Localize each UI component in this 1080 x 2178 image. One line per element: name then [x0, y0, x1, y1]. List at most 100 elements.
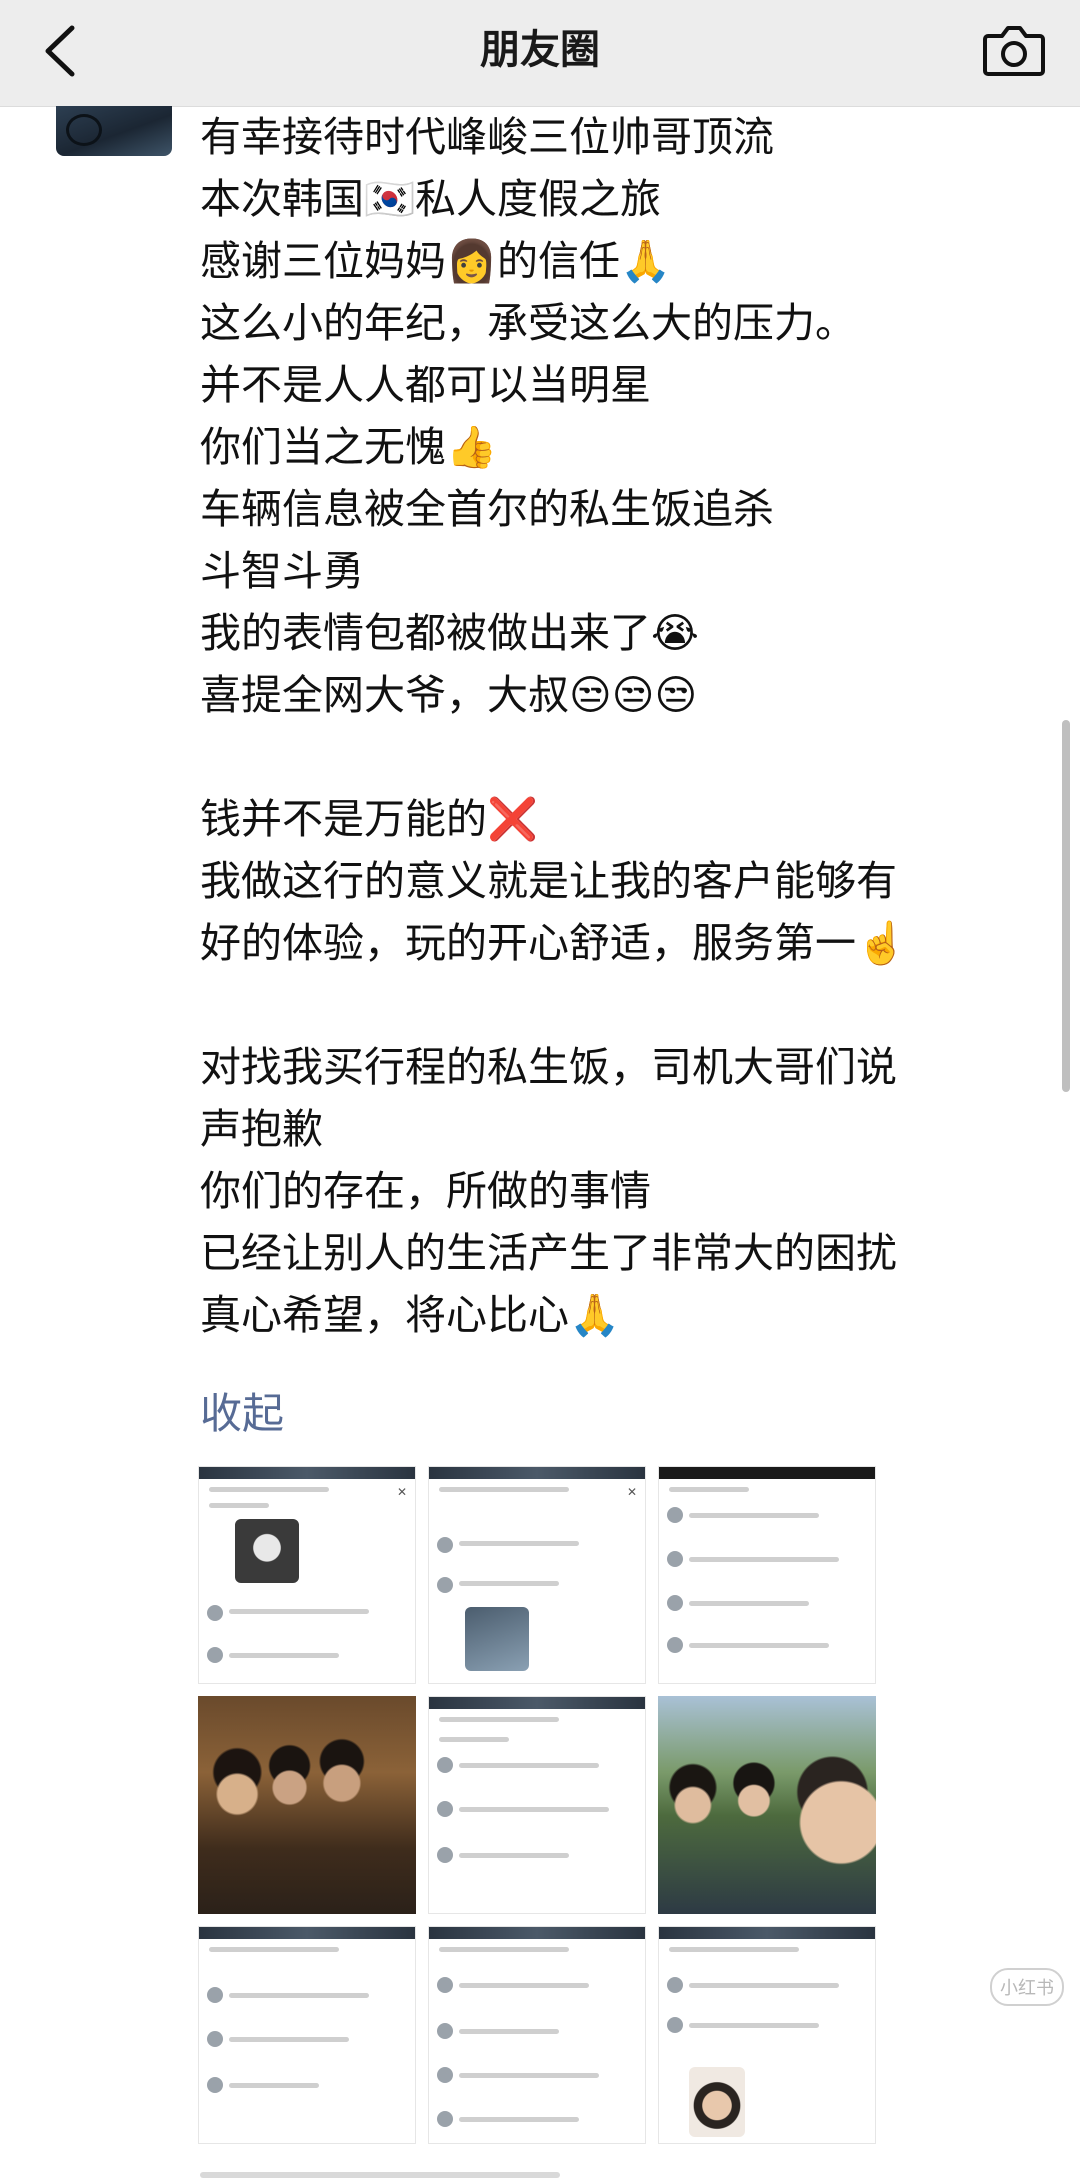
- avatar-dot: [207, 1647, 223, 1663]
- placeholder-line: [459, 1541, 579, 1546]
- avatar-dot: [207, 1987, 223, 2003]
- camera-icon[interactable]: [982, 22, 1046, 78]
- placeholder-line: [459, 1807, 609, 1812]
- image-thumbnail[interactable]: [428, 1926, 646, 2144]
- post-line: 你们当之无愧👍: [200, 423, 498, 471]
- post-line: 我的表情包都被做出来了😭: [200, 609, 699, 657]
- avatar-dot: [437, 2067, 453, 2083]
- page-title: 朋友圈: [480, 27, 600, 73]
- screenshot-header-strip: [429, 1467, 645, 1479]
- avatar-dot: [437, 1577, 453, 1593]
- post-line: 钱并不是万能的❌: [200, 795, 539, 843]
- close-icon: ✕: [396, 1485, 407, 1499]
- avatar-dot: [667, 1507, 683, 1523]
- close-icon: ✕: [626, 1485, 637, 1499]
- image-thumbnail[interactable]: [198, 1926, 416, 2144]
- placeholder-line: [229, 1993, 369, 1998]
- post-line: 好的体验，玩的开心舒适，服务第一☝️: [200, 919, 908, 967]
- watermark: 小红书: [990, 1968, 1064, 2006]
- screenshot-header-strip: [429, 1697, 645, 1709]
- screenshot-header-strip: [429, 1927, 645, 1939]
- placeholder-line: [689, 1983, 839, 1988]
- avatar-dot: [437, 1757, 453, 1773]
- placeholder-line: [459, 1763, 599, 1768]
- post-line: 斗智斗勇: [200, 547, 364, 595]
- scrollbar[interactable]: [1062, 720, 1070, 1092]
- thumbnail-image: [235, 1519, 299, 1583]
- post-line: 车辆信息被全首尔的私生饭追杀: [200, 485, 774, 533]
- avatar-dot: [437, 1537, 453, 1553]
- avatar-dot: [437, 2023, 453, 2039]
- post-line: 对找我买行程的私生饭，司机大哥们说: [200, 1043, 897, 1091]
- avatar-dot: [437, 1801, 453, 1817]
- placeholder-line: [229, 1609, 369, 1614]
- image-thumbnail[interactable]: [658, 1466, 876, 1684]
- avatar-dot: [667, 1551, 683, 1567]
- post-line: 这么小的年纪，承受这么大的压力。: [200, 299, 856, 347]
- placeholder-line: [229, 1653, 339, 1658]
- avatar-dot: [667, 1977, 683, 1993]
- screenshot-header-strip: [199, 1927, 415, 1939]
- placeholder-line: [209, 1487, 329, 1492]
- placeholder-line: [689, 2023, 819, 2028]
- avatar-dot: [207, 1605, 223, 1621]
- placeholder-line: [439, 1947, 569, 1952]
- avatar-dot: [437, 1847, 453, 1863]
- placeholder-line: [459, 2029, 559, 2034]
- placeholder-line: [689, 1513, 819, 1518]
- placeholder-line: [229, 2037, 349, 2042]
- placeholder-line: [459, 1983, 589, 1988]
- post-line: 我做这行的意义就是让我的客户能够有: [200, 857, 897, 905]
- avatar-dot: [667, 1637, 683, 1653]
- placeholder-line: [459, 1581, 559, 1586]
- post-line: 真心希望，将心比心🙏: [200, 1291, 621, 1339]
- avatar-dot: [437, 2111, 453, 2127]
- post-line: 声抱歉: [200, 1105, 323, 1153]
- photo-thumbnail[interactable]: [198, 1696, 416, 1914]
- screenshot-header-strip: [659, 1467, 875, 1479]
- image-thumbnail[interactable]: [658, 1926, 876, 2144]
- image-thumbnail[interactable]: ✕: [428, 1466, 646, 1684]
- placeholder-line: [439, 1717, 559, 1722]
- avatar-dot: [437, 1977, 453, 1993]
- placeholder-line: [439, 1737, 509, 1742]
- post-line: 并不是人人都可以当明星: [200, 361, 651, 409]
- post-line: 喜提全网大爷，大叔😒😒😒: [200, 671, 698, 719]
- placeholder-line: [689, 1557, 839, 1562]
- image-thumbnail[interactable]: ✕: [198, 1466, 416, 1684]
- post-body: 有幸接待时代峰峻三位帅哥顶流 本次韩国🇰🇷私人度假之旅 感谢三位妈妈👩的信任🙏 …: [200, 106, 1020, 1346]
- placeholder-line: [669, 1487, 749, 1492]
- avatar-dot: [207, 2077, 223, 2093]
- post-line: 感谢三位妈妈👩的信任🙏: [200, 237, 672, 285]
- avatar-dot: [667, 2017, 683, 2033]
- post-line: 有幸接待时代峰峻三位帅哥顶流: [200, 113, 774, 161]
- post-line: 已经让别人的生活产生了非常大的困扰: [200, 1229, 897, 1277]
- post-line: 你们的存在，所做的事情: [200, 1167, 651, 1215]
- placeholder-line: [689, 1643, 829, 1648]
- post-line: 本次韩国🇰🇷私人度假之旅: [200, 175, 662, 223]
- photo-thumbnail[interactable]: [658, 1696, 876, 1914]
- placeholder-line: [459, 2073, 599, 2078]
- avatar-dot: [207, 2031, 223, 2047]
- image-thumbnail[interactable]: [428, 1696, 646, 1914]
- screenshot-header-strip: [659, 1927, 875, 1939]
- thumbnail-image: [465, 1607, 529, 1671]
- placeholder-line: [459, 2117, 579, 2122]
- placeholder-line: [689, 1601, 809, 1606]
- placeholder-line: [209, 1503, 269, 1508]
- thumbnail-image: [689, 2067, 745, 2137]
- collapse-link[interactable]: 收起: [200, 1384, 284, 1444]
- placeholder-line: [669, 1947, 799, 1952]
- next-post-preview: [200, 2160, 560, 2178]
- placeholder-line: [229, 2083, 319, 2088]
- placeholder-line: [209, 1947, 339, 1952]
- screenshot-header-strip: [199, 1467, 415, 1479]
- top-nav-bar: 朋友圈: [0, 0, 1080, 107]
- placeholder-line: [459, 1853, 569, 1858]
- placeholder-line: [439, 1487, 569, 1492]
- avatar-dot: [667, 1595, 683, 1611]
- avatar[interactable]: [56, 106, 172, 156]
- moments-page: 朋友圈 有幸接待时代峰峻三位帅哥顶流 本次韩国🇰🇷私人度假之旅 感谢三位妈妈👩的…: [0, 0, 1080, 2178]
